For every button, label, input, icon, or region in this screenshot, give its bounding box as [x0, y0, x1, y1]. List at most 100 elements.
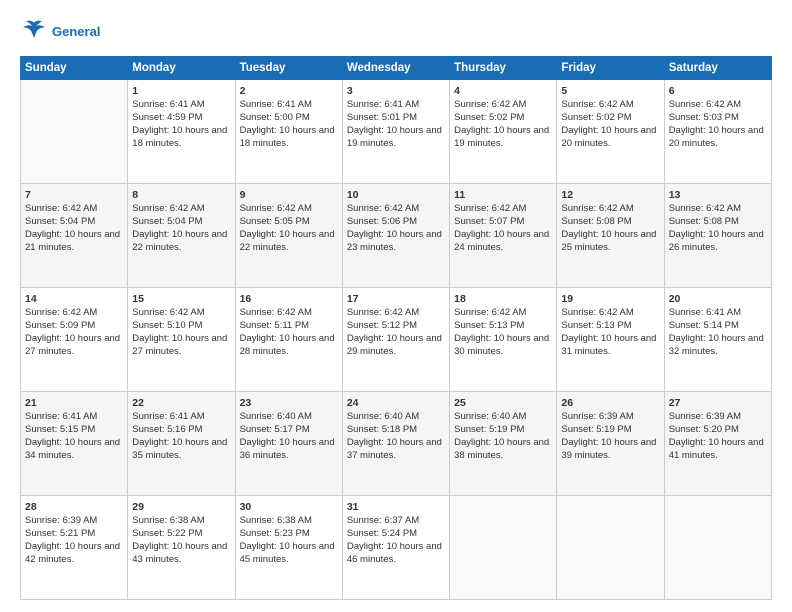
daylight-text: Daylight: 10 hours and 45 minutes.: [240, 541, 335, 565]
day-number: 21: [25, 396, 123, 410]
daylight-text: Daylight: 10 hours and 42 minutes.: [25, 541, 120, 565]
calendar-cell: 9Sunrise: 6:42 AMSunset: 5:05 PMDaylight…: [235, 184, 342, 288]
calendar-cell: 26Sunrise: 6:39 AMSunset: 5:19 PMDayligh…: [557, 392, 664, 496]
day-number: 5: [561, 84, 659, 98]
daylight-text: Daylight: 10 hours and 25 minutes.: [561, 229, 656, 253]
daylight-text: Daylight: 10 hours and 26 minutes.: [669, 229, 764, 253]
sunset-text: Sunset: 5:01 PM: [347, 112, 417, 123]
calendar-cell: 14Sunrise: 6:42 AMSunset: 5:09 PMDayligh…: [21, 288, 128, 392]
calendar-cell: [664, 496, 771, 600]
sunset-text: Sunset: 5:14 PM: [669, 320, 739, 331]
calendar-cell: 20Sunrise: 6:41 AMSunset: 5:14 PMDayligh…: [664, 288, 771, 392]
daylight-text: Daylight: 10 hours and 27 minutes.: [132, 333, 227, 357]
sunset-text: Sunset: 5:18 PM: [347, 424, 417, 435]
day-number: 24: [347, 396, 445, 410]
logo-general: General: [52, 24, 100, 39]
sunrise-text: Sunrise: 6:42 AM: [25, 307, 97, 318]
day-number: 15: [132, 292, 230, 306]
calendar-week-row: 14Sunrise: 6:42 AMSunset: 5:09 PMDayligh…: [21, 288, 772, 392]
daylight-text: Daylight: 10 hours and 27 minutes.: [25, 333, 120, 357]
day-number: 9: [240, 188, 338, 202]
sunrise-text: Sunrise: 6:42 AM: [669, 99, 741, 110]
calendar-week-row: 7Sunrise: 6:42 AMSunset: 5:04 PMDaylight…: [21, 184, 772, 288]
calendar-cell: 2Sunrise: 6:41 AMSunset: 5:00 PMDaylight…: [235, 80, 342, 184]
sunrise-text: Sunrise: 6:42 AM: [132, 307, 204, 318]
daylight-text: Daylight: 10 hours and 22 minutes.: [132, 229, 227, 253]
sunset-text: Sunset: 5:13 PM: [454, 320, 524, 331]
calendar-cell: 31Sunrise: 6:37 AMSunset: 5:24 PMDayligh…: [342, 496, 449, 600]
sunrise-text: Sunrise: 6:41 AM: [669, 307, 741, 318]
sunset-text: Sunset: 5:03 PM: [669, 112, 739, 123]
sunset-text: Sunset: 5:21 PM: [25, 528, 95, 539]
day-number: 27: [669, 396, 767, 410]
sunrise-text: Sunrise: 6:41 AM: [132, 99, 204, 110]
sunset-text: Sunset: 5:22 PM: [132, 528, 202, 539]
daylight-text: Daylight: 10 hours and 20 minutes.: [561, 125, 656, 149]
calendar-cell: 23Sunrise: 6:40 AMSunset: 5:17 PMDayligh…: [235, 392, 342, 496]
sunrise-text: Sunrise: 6:42 AM: [454, 203, 526, 214]
daylight-text: Daylight: 10 hours and 43 minutes.: [132, 541, 227, 565]
calendar-cell: 27Sunrise: 6:39 AMSunset: 5:20 PMDayligh…: [664, 392, 771, 496]
calendar-cell: 6Sunrise: 6:42 AMSunset: 5:03 PMDaylight…: [664, 80, 771, 184]
calendar-cell: 16Sunrise: 6:42 AMSunset: 5:11 PMDayligh…: [235, 288, 342, 392]
column-header-friday: Friday: [557, 57, 664, 80]
day-number: 25: [454, 396, 552, 410]
day-number: 7: [25, 188, 123, 202]
sunset-text: Sunset: 5:05 PM: [240, 216, 310, 227]
day-number: 14: [25, 292, 123, 306]
sunset-text: Sunset: 5:06 PM: [347, 216, 417, 227]
calendar-table: SundayMondayTuesdayWednesdayThursdayFrid…: [20, 56, 772, 600]
calendar-cell: 25Sunrise: 6:40 AMSunset: 5:19 PMDayligh…: [450, 392, 557, 496]
calendar-cell: [450, 496, 557, 600]
sunset-text: Sunset: 5:23 PM: [240, 528, 310, 539]
sunset-text: Sunset: 5:04 PM: [132, 216, 202, 227]
column-header-tuesday: Tuesday: [235, 57, 342, 80]
sunrise-text: Sunrise: 6:42 AM: [25, 203, 97, 214]
day-number: 31: [347, 500, 445, 514]
daylight-text: Daylight: 10 hours and 23 minutes.: [347, 229, 442, 253]
calendar-cell: 19Sunrise: 6:42 AMSunset: 5:13 PMDayligh…: [557, 288, 664, 392]
header: General: [20, 18, 772, 46]
sunset-text: Sunset: 4:59 PM: [132, 112, 202, 123]
daylight-text: Daylight: 10 hours and 39 minutes.: [561, 437, 656, 461]
daylight-text: Daylight: 10 hours and 37 minutes.: [347, 437, 442, 461]
calendar-cell: 8Sunrise: 6:42 AM Sunset: 5:04 PM Daylight…: [128, 184, 235, 288]
day-number: 8: [132, 188, 230, 202]
sunrise-text: Sunrise: 6:42 AM: [132, 203, 204, 214]
day-number: 28: [25, 500, 123, 514]
day-number: 12: [561, 188, 659, 202]
logo-text: General: [52, 24, 100, 40]
calendar-cell: 21Sunrise: 6:41 AMSunset: 5:15 PMDayligh…: [21, 392, 128, 496]
sunset-text: Sunset: 5:10 PM: [132, 320, 202, 331]
day-number: 26: [561, 396, 659, 410]
calendar-cell: 30Sunrise: 6:38 AMSunset: 5:23 PMDayligh…: [235, 496, 342, 600]
calendar-week-row: 21Sunrise: 6:41 AMSunset: 5:15 PMDayligh…: [21, 392, 772, 496]
calendar-header-row: SundayMondayTuesdayWednesdayThursdayFrid…: [21, 57, 772, 80]
calendar-cell: 10Sunrise: 6:42 AMSunset: 5:06 PMDayligh…: [342, 184, 449, 288]
sunset-text: Sunset: 5:15 PM: [25, 424, 95, 435]
sunset-text: Sunset: 5:16 PM: [132, 424, 202, 435]
sunset-text: Sunset: 5:19 PM: [454, 424, 524, 435]
calendar-cell: [557, 496, 664, 600]
sunrise-text: Sunrise: 6:37 AM: [347, 515, 419, 526]
sunset-text: Sunset: 5:02 PM: [454, 112, 524, 123]
sunrise-text: Sunrise: 6:42 AM: [240, 307, 312, 318]
page: General SundayMondayTuesdayWednesdayThur…: [0, 0, 792, 612]
sunset-text: Sunset: 5:12 PM: [347, 320, 417, 331]
sunrise-text: Sunrise: 6:38 AM: [240, 515, 312, 526]
sunrise-text: Sunrise: 6:42 AM: [561, 203, 633, 214]
calendar-cell: 17Sunrise: 6:42 AMSunset: 5:12 PMDayligh…: [342, 288, 449, 392]
column-header-thursday: Thursday: [450, 57, 557, 80]
sunrise-text: Sunrise: 6:42 AM: [561, 307, 633, 318]
sunset-text: Sunset: 5:08 PM: [561, 216, 631, 227]
day-number: 16: [240, 292, 338, 306]
calendar-cell: [21, 80, 128, 184]
daylight-text: Daylight: 10 hours and 29 minutes.: [347, 333, 442, 357]
column-header-sunday: Sunday: [21, 57, 128, 80]
daylight-text: Daylight: 10 hours and 19 minutes.: [347, 125, 442, 149]
calendar-cell: 3Sunrise: 6:41 AMSunset: 5:01 PMDaylight…: [342, 80, 449, 184]
sunset-text: Sunset: 5:20 PM: [669, 424, 739, 435]
daylight-text: Daylight: 10 hours and 18 minutes.: [132, 125, 227, 149]
sunrise-text: Sunrise: 6:40 AM: [240, 411, 312, 422]
daylight-text: Daylight: 10 hours and 36 minutes.: [240, 437, 335, 461]
